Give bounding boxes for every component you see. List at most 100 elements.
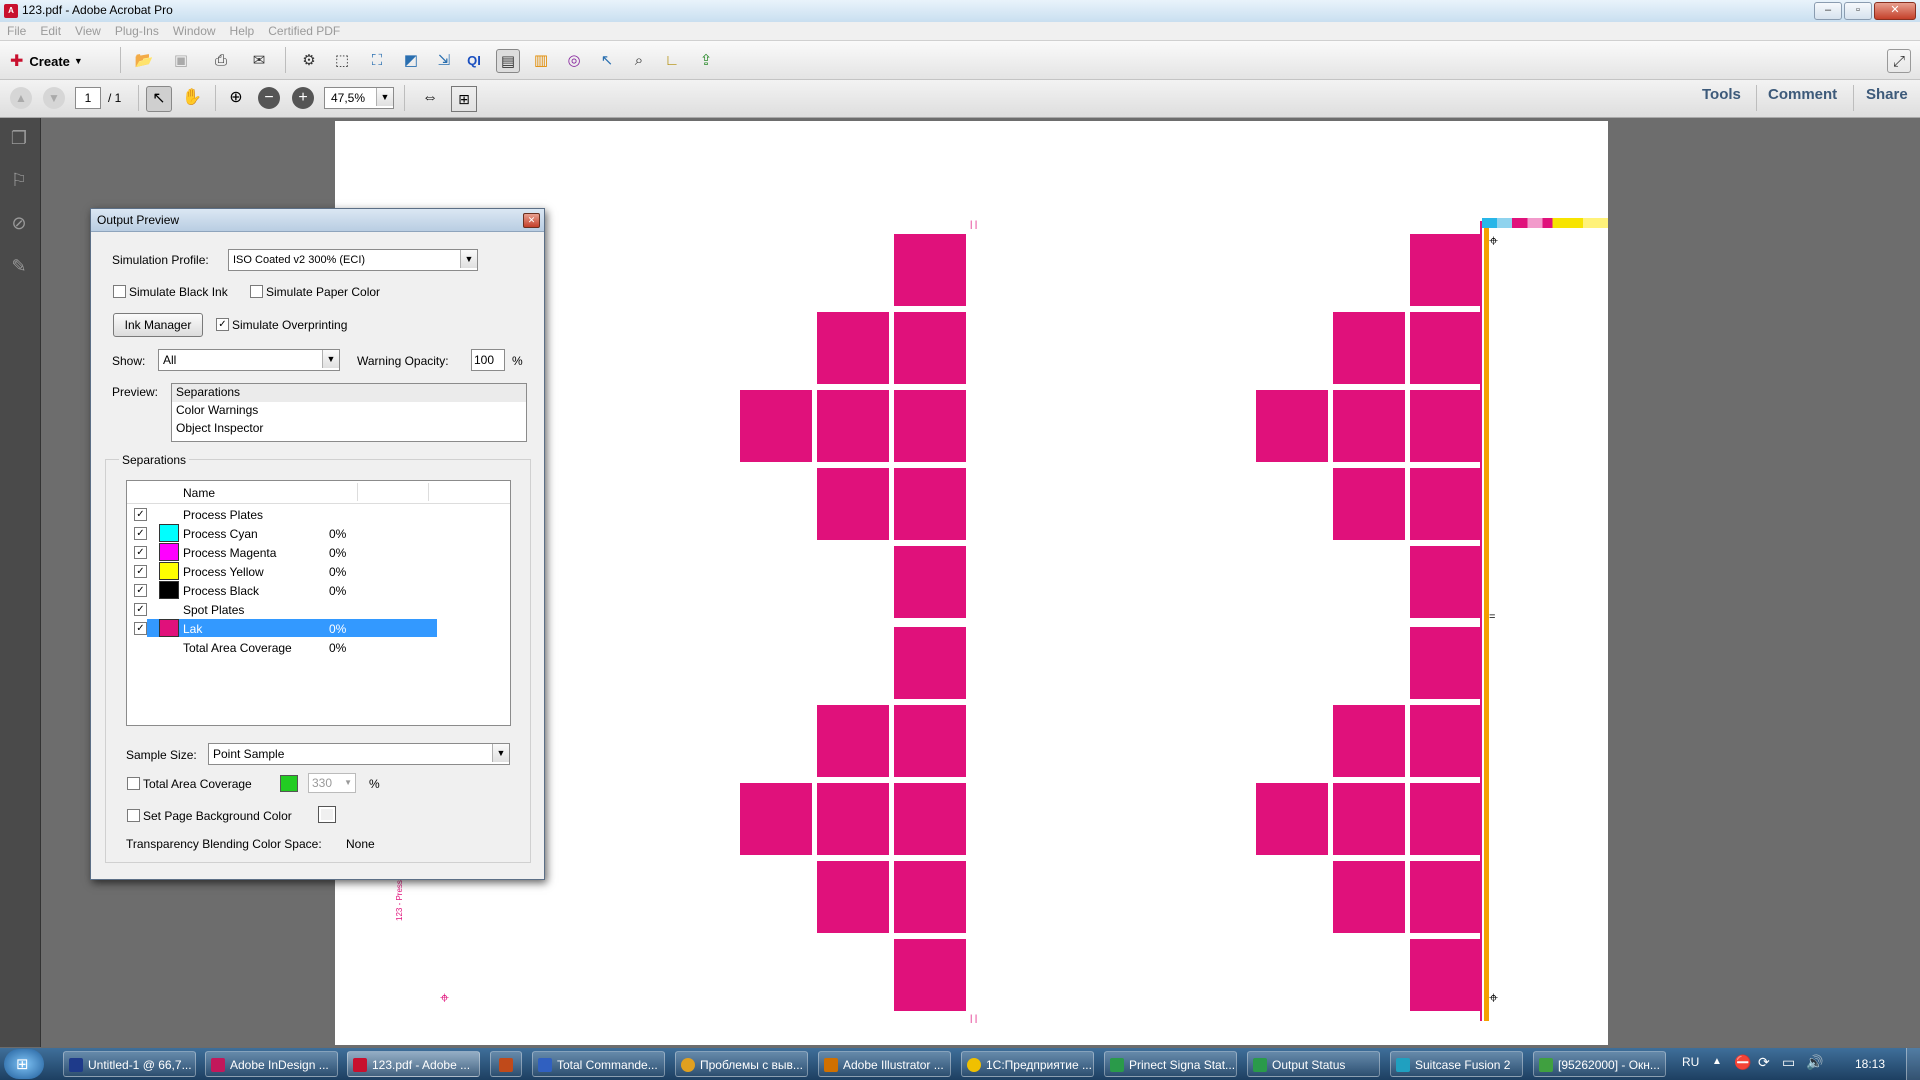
separation-visibility-checkbox[interactable]: ✓ bbox=[134, 527, 147, 540]
create-button[interactable]: ✚ Create ▼ bbox=[10, 50, 105, 72]
taskbar-item-output-status[interactable]: Output Status bbox=[1247, 1051, 1380, 1077]
page-number-input[interactable]: 1 bbox=[75, 87, 101, 109]
taskbar-item-suitcase[interactable]: Suitcase Fusion 2 bbox=[1390, 1051, 1523, 1077]
minimize-button[interactable]: – bbox=[1814, 2, 1842, 20]
export-icon[interactable]: ⇲ bbox=[433, 49, 455, 71]
hand-tool-icon[interactable]: ✋ bbox=[180, 86, 204, 110]
menu-help[interactable]: Help bbox=[223, 22, 262, 38]
taskbar-item-acrobat[interactable]: 123.pdf - Adobe ... bbox=[347, 1051, 480, 1077]
table-row[interactable]: ✓ Process Magenta 0% bbox=[134, 543, 437, 561]
preflight-icon[interactable]: ⌕ bbox=[628, 49, 650, 71]
tools-pane-button[interactable]: Tools bbox=[1702, 86, 1741, 103]
language-indicator[interactable]: RU bbox=[1682, 1055, 1699, 1069]
menu-view[interactable]: View bbox=[68, 22, 108, 38]
menu-window[interactable]: Window bbox=[166, 22, 223, 38]
measure-icon[interactable]: ∟ bbox=[661, 49, 683, 71]
zoom-in-icon[interactable]: + bbox=[292, 87, 314, 109]
page-thumbnails-icon[interactable]: ❐ bbox=[8, 128, 30, 150]
previous-page-icon[interactable]: ▲ bbox=[10, 87, 32, 109]
table-row[interactable]: ✓ Lak 0% bbox=[134, 619, 437, 637]
simulate-black-ink-checkbox[interactable] bbox=[113, 285, 126, 298]
next-page-icon[interactable]: ▼ bbox=[43, 87, 65, 109]
menu-edit[interactable]: Edit bbox=[33, 22, 68, 38]
dialog-title-bar[interactable]: Output Preview ✕ bbox=[91, 209, 544, 232]
tray-app-icon[interactable]: ⛔ bbox=[1734, 1054, 1751, 1071]
taskbar-item-total-commander[interactable]: Total Commande... bbox=[532, 1051, 665, 1077]
zoom-out-icon[interactable]: − bbox=[258, 87, 280, 109]
separation-visibility-checkbox[interactable]: ✓ bbox=[134, 622, 147, 635]
separation-visibility-checkbox[interactable]: ✓ bbox=[134, 584, 147, 597]
fit-width-icon[interactable]: ⇔ bbox=[418, 86, 442, 110]
taskbar-item-photoshop[interactable]: Untitled-1 @ 66,7... bbox=[63, 1051, 196, 1077]
set-page-background-checkbox[interactable] bbox=[127, 809, 140, 822]
menu-file[interactable]: File bbox=[0, 22, 33, 38]
output-preview-icon[interactable]: ▤ bbox=[496, 49, 520, 73]
edit-object-icon[interactable]: ◩ bbox=[400, 49, 422, 71]
clock[interactable]: 18:13 bbox=[1855, 1057, 1885, 1071]
color-bars-icon[interactable]: ▥ bbox=[530, 49, 552, 71]
menu-certified-pdf[interactable]: Certified PDF bbox=[261, 22, 347, 38]
simulate-paper-color-checkbox[interactable] bbox=[250, 285, 263, 298]
page-background-swatch[interactable] bbox=[318, 806, 336, 823]
taskbar-item-prinect[interactable]: Prinect Signa Stat... bbox=[1104, 1051, 1237, 1077]
preview-option-color-warnings[interactable]: Color Warnings bbox=[172, 402, 526, 420]
show-hidden-icons-icon[interactable]: ▲ bbox=[1712, 1056, 1722, 1067]
open-icon[interactable]: 📂 bbox=[133, 49, 155, 71]
table-row[interactable]: ✓ Process Cyan 0% bbox=[134, 524, 437, 542]
zoom-select[interactable]: 47,5% ▼ bbox=[324, 87, 394, 109]
simulation-profile-select[interactable]: ISO Coated v2 300% (ECI) ▼ bbox=[228, 249, 478, 271]
export-image-icon[interactable]: ⇪ bbox=[695, 49, 717, 71]
table-row[interactable]: ✓ Process Plates bbox=[134, 505, 437, 523]
separation-visibility-checkbox[interactable]: ✓ bbox=[134, 565, 147, 578]
save-icon[interactable]: ▣ bbox=[170, 49, 192, 71]
marquee-zoom-icon[interactable]: ⊕ bbox=[224, 86, 248, 110]
taskbar-item-chrome[interactable]: Проблемы с выв... bbox=[675, 1051, 808, 1077]
taskbar-item-indesign[interactable]: Adobe InDesign ... bbox=[205, 1051, 338, 1077]
select-object-icon[interactable]: ⬚ bbox=[331, 49, 353, 71]
sample-size-select[interactable]: Point Sample ▼ bbox=[208, 743, 510, 765]
separation-visibility-checkbox[interactable]: ✓ bbox=[134, 603, 147, 616]
expand-icon[interactable]: ⤢ bbox=[1887, 49, 1911, 73]
taskbar-item-1c[interactable]: 1С:Предприятие ... bbox=[961, 1051, 1094, 1077]
signatures-icon[interactable]: ✎ bbox=[8, 256, 30, 278]
taskbar-item-window[interactable]: [95262000] - Окн... bbox=[1533, 1051, 1666, 1077]
separation-visibility-checkbox[interactable]: ✓ bbox=[134, 508, 147, 521]
select-tool-icon[interactable]: ↖ bbox=[146, 86, 172, 112]
taskbar-item-app[interactable] bbox=[490, 1051, 522, 1077]
simulate-overprinting-checkbox[interactable]: ✓ bbox=[216, 318, 229, 331]
fix-hairlines-icon[interactable]: ↖ bbox=[596, 49, 618, 71]
maximize-button[interactable]: ▫ bbox=[1844, 2, 1872, 20]
bookmarks-icon[interactable]: ⚐ bbox=[8, 170, 30, 192]
taskbar-item-illustrator[interactable]: Adobe Illustrator ... bbox=[818, 1051, 951, 1077]
close-window-button[interactable]: ✕ bbox=[1874, 2, 1916, 20]
quite-imposing-icon[interactable]: QI bbox=[463, 49, 485, 71]
fit-page-icon[interactable]: ⊞ bbox=[451, 86, 477, 112]
network-icon[interactable]: ▭ bbox=[1782, 1054, 1795, 1071]
menu-plugins[interactable]: Plug-Ins bbox=[108, 22, 166, 38]
show-select[interactable]: All ▼ bbox=[158, 349, 340, 371]
email-icon[interactable]: ✉ bbox=[248, 49, 270, 71]
warning-opacity-input[interactable]: 100 bbox=[471, 349, 505, 371]
convert-colors-icon[interactable]: ◎ bbox=[563, 49, 585, 71]
table-row[interactable]: ✓ Process Yellow 0% bbox=[134, 562, 437, 580]
preview-list[interactable]: Separations Color Warnings Object Inspec… bbox=[171, 383, 527, 442]
show-desktop-button[interactable] bbox=[1906, 1048, 1920, 1080]
print-icon[interactable]: ⎙ bbox=[210, 49, 232, 71]
settings-icon[interactable]: ⚙ bbox=[298, 49, 320, 71]
crop-icon[interactable]: ⛶ bbox=[366, 49, 388, 71]
preview-option-object-inspector[interactable]: Object Inspector bbox=[172, 420, 526, 438]
table-row[interactable]: Total Area Coverage 0% bbox=[147, 638, 437, 656]
volume-icon[interactable]: 🔊 bbox=[1806, 1054, 1823, 1071]
comment-pane-button[interactable]: Comment bbox=[1768, 86, 1837, 103]
start-button[interactable]: ⊞ bbox=[4, 1049, 44, 1079]
table-row[interactable]: ✓ Spot Plates bbox=[134, 600, 437, 618]
attachments-icon[interactable]: ⊘ bbox=[8, 213, 30, 235]
ink-manager-button[interactable]: Ink Manager bbox=[113, 313, 203, 337]
tray-sync-icon[interactable]: ⟳ bbox=[1758, 1054, 1770, 1071]
coverage-value-select[interactable]: 330 ▼ bbox=[308, 773, 356, 793]
table-row[interactable]: ✓ Process Black 0% bbox=[134, 581, 437, 599]
dialog-close-icon[interactable]: ✕ bbox=[523, 213, 540, 228]
separation-visibility-checkbox[interactable]: ✓ bbox=[134, 546, 147, 559]
total-area-coverage-checkbox[interactable] bbox=[127, 777, 140, 790]
preview-option-separations[interactable]: Separations bbox=[172, 384, 526, 402]
